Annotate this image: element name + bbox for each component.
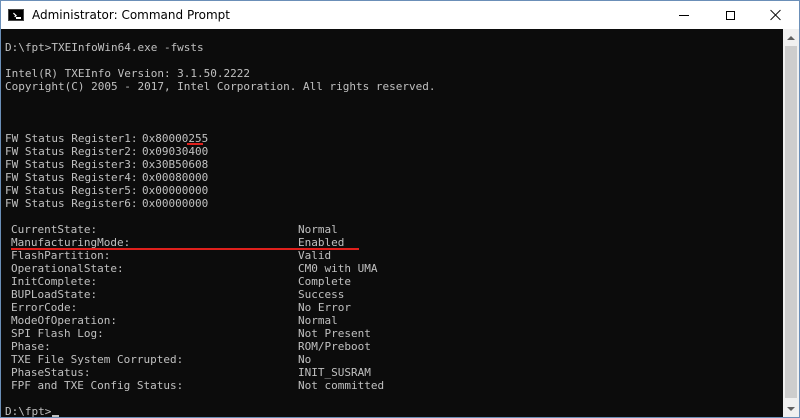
close-icon bbox=[770, 9, 782, 21]
manufacturing-mode-annotation-underline bbox=[11, 248, 359, 250]
status-value: Not Present bbox=[298, 327, 371, 340]
scroll-thumb[interactable] bbox=[785, 46, 797, 398]
register-value: 0x00080000 bbox=[142, 171, 209, 184]
status-value: No bbox=[298, 353, 312, 366]
status-value: Valid bbox=[298, 249, 332, 262]
scroll-down-button[interactable] bbox=[783, 400, 799, 417]
prompt-line[interactable]: D:\fpt> bbox=[5, 405, 60, 418]
register-name: FW Status Register1: bbox=[5, 132, 138, 145]
status-value: Normal bbox=[298, 223, 338, 236]
register-value: 0x09030400 bbox=[142, 145, 209, 158]
status-key: Phase: bbox=[11, 340, 51, 353]
status-key: TXE File System Corrupted: bbox=[11, 353, 184, 366]
status-value: Not committed bbox=[298, 379, 385, 392]
status-value: INIT_SUSRAM bbox=[298, 366, 371, 379]
minimize-icon bbox=[679, 14, 689, 16]
register-line: FW Status Register6: 0x00000000 bbox=[5, 197, 208, 210]
status-row: TXE File System Corrupted: No bbox=[1, 353, 561, 366]
status-value: Normal bbox=[298, 314, 338, 327]
status-row: ErrorCode: No Error bbox=[1, 301, 561, 314]
status-row: InitComplete: Complete bbox=[1, 275, 561, 288]
status-key: PhaseStatus: bbox=[11, 366, 91, 379]
status-row: ModeOfOperation: Normal bbox=[1, 314, 561, 327]
status-row: FlashPartition: Valid bbox=[1, 249, 561, 262]
register-line: FW Status Register5: 0x00000000 bbox=[5, 184, 208, 197]
register-line: FW Status Register4: 0x00080000 bbox=[5, 171, 208, 184]
maximize-icon bbox=[725, 10, 735, 20]
register-name: FW Status Register5: bbox=[5, 184, 138, 197]
status-row: Phase: ROM/Preboot bbox=[1, 340, 561, 353]
status-row: BUPLoadState: Success bbox=[1, 288, 561, 301]
register-line: FW Status Register1: 0x80000255 bbox=[5, 132, 208, 145]
status-key: SPI Flash Log: bbox=[11, 327, 104, 340]
register-name: FW Status Register4: bbox=[5, 171, 138, 184]
status-key: ErrorCode: bbox=[11, 301, 78, 314]
status-value: Complete bbox=[298, 275, 351, 288]
text-cursor bbox=[52, 415, 60, 417]
status-value: CM0 with UMA bbox=[298, 262, 378, 275]
register1-annotation-underline bbox=[187, 143, 203, 145]
register-line: FW Status Register2: 0x09030400 bbox=[5, 145, 208, 158]
status-row: CurrentState: Normal bbox=[1, 223, 561, 236]
status-key: FPF and TXE Config Status: bbox=[11, 379, 184, 392]
scroll-up-icon bbox=[787, 35, 795, 40]
status-key: ModeOfOperation: bbox=[11, 314, 117, 327]
status-value: Success bbox=[298, 288, 345, 301]
window-title: Administrator: Command Prompt bbox=[32, 8, 230, 22]
status-value: ROM/Preboot bbox=[298, 340, 371, 353]
register-name: FW Status Register6: bbox=[5, 197, 138, 210]
register-line: FW Status Register3: 0x30B50608 bbox=[5, 158, 208, 171]
command-line: D:\fpt>TXEInfoWin64.exe -fwsts bbox=[5, 41, 204, 54]
register-value: 0x00000000 bbox=[142, 184, 209, 197]
register-name: FW Status Register2: bbox=[5, 145, 138, 158]
cmd-icon[interactable] bbox=[8, 9, 24, 21]
status-key: CurrentState: bbox=[11, 223, 98, 236]
version-line: Intel(R) TXEInfo Version: 3.1.50.2222 bbox=[5, 67, 251, 80]
status-row: SPI Flash Log: Not Present bbox=[1, 327, 561, 340]
status-key: OperationalState: bbox=[11, 262, 124, 275]
status-value: No Error bbox=[298, 301, 351, 314]
title-bar[interactable]: Administrator: Command Prompt bbox=[1, 1, 799, 29]
scroll-up-button[interactable] bbox=[783, 29, 799, 46]
status-row: FPF and TXE Config Status: Not committed bbox=[1, 379, 561, 392]
status-row: OperationalState: CM0 with UMA bbox=[1, 262, 561, 275]
register-value: 0x00000000 bbox=[142, 197, 209, 210]
maximize-button[interactable] bbox=[707, 1, 753, 29]
status-row: PhaseStatus: INIT_SUSRAM bbox=[1, 366, 561, 379]
register-name: FW Status Register3: bbox=[5, 158, 138, 171]
caption-buttons bbox=[661, 1, 799, 29]
copyright-line: Copyright(C) 2005 - 2017, Intel Corporat… bbox=[5, 80, 436, 93]
prompt-text: D:\fpt> bbox=[5, 405, 52, 418]
register-value: 0x30B50608 bbox=[142, 158, 209, 171]
scroll-down-icon bbox=[787, 406, 795, 411]
minimize-button[interactable] bbox=[661, 1, 707, 29]
status-key: BUPLoadState: bbox=[11, 288, 98, 301]
status-key: FlashPartition: bbox=[11, 249, 111, 262]
close-button[interactable] bbox=[753, 1, 799, 29]
command-prompt-window: Administrator: Command Prompt D:\fpt>TXE… bbox=[0, 0, 800, 418]
vertical-scrollbar[interactable] bbox=[783, 29, 799, 417]
status-key: InitComplete: bbox=[11, 275, 98, 288]
console-output[interactable]: D:\fpt>TXEInfoWin64.exe -fwsts Intel(R) … bbox=[1, 29, 784, 417]
